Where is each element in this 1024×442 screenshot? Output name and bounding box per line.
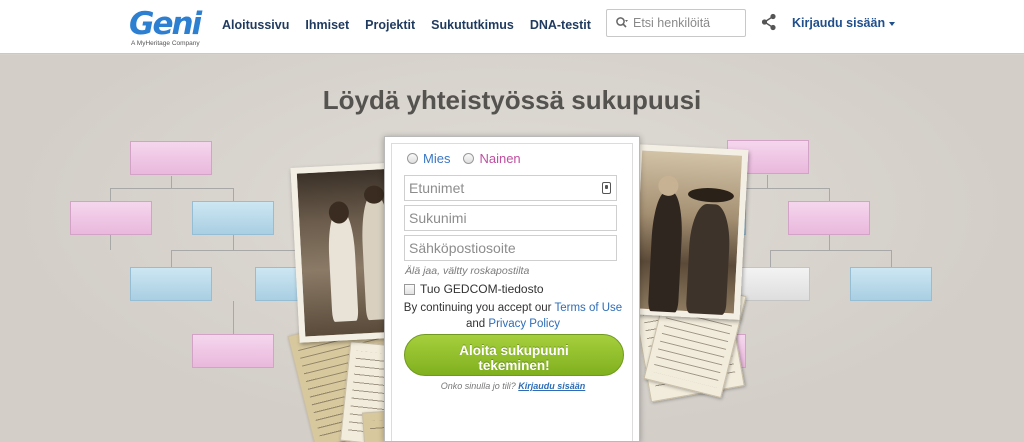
gender-male-label[interactable]: Mies — [423, 151, 450, 166]
tree-node-male — [850, 267, 932, 301]
tree-connector — [233, 235, 234, 250]
search-box[interactable] — [606, 9, 746, 37]
gedcom-label[interactable]: Tuo GEDCOM-tiedosto — [420, 282, 544, 296]
main-nav: Aloitussivu Ihmiset Projektit Sukututkim… — [222, 18, 607, 32]
tree-connector — [110, 188, 111, 201]
tree-connector — [233, 301, 234, 335]
terms-prefix: By continuing you accept our — [403, 302, 552, 314]
tree-connector — [110, 188, 234, 189]
gender-male-radio[interactable] — [407, 153, 418, 164]
first-names-input[interactable] — [405, 176, 616, 200]
existing-account-login-link[interactable]: Kirjaudu sisään — [518, 381, 585, 391]
tree-connector — [233, 188, 234, 201]
account-question: Onko sinulla jo tili? — [440, 381, 516, 391]
start-tree-button[interactable]: Aloita sukupuuni tekeminen! — [404, 334, 624, 376]
logo-tagline: A MyHeritage Company — [131, 40, 200, 47]
gender-selector: Mies Nainen — [407, 151, 521, 166]
logo-wordmark: Geni — [129, 6, 202, 42]
email-hint: Älä jaa, vältty roskapostilta — [405, 265, 530, 277]
search-input[interactable] — [633, 14, 741, 32]
surname-input[interactable] — [405, 206, 616, 230]
tree-connector — [171, 176, 172, 188]
chevron-down-icon — [889, 21, 896, 26]
geni-logo[interactable]: Geni A MyHeritage Company — [129, 6, 209, 50]
tree-node-male — [192, 201, 274, 235]
tree-connector — [171, 250, 296, 251]
tree-node-female — [130, 141, 212, 175]
gedcom-option[interactable]: Tuo GEDCOM-tiedosto — [404, 282, 544, 296]
contact-card-icon[interactable] — [602, 182, 611, 194]
tree-connector — [829, 188, 830, 201]
tree-connector — [770, 250, 771, 267]
first-names-field[interactable] — [404, 175, 617, 201]
vintage-photo-couple — [627, 144, 749, 320]
gedcom-checkbox[interactable] — [404, 283, 415, 295]
share-icon[interactable] — [761, 13, 777, 31]
login-label: Kirjaudu sisään — [792, 16, 886, 30]
nav-projects[interactable]: Projektit — [365, 18, 415, 32]
tree-node-female — [788, 201, 870, 235]
gender-female-label[interactable]: Nainen — [479, 151, 520, 166]
email-field[interactable] — [404, 235, 617, 261]
nav-home[interactable]: Aloitussivu — [222, 18, 289, 32]
nav-genealogy[interactable]: Sukututkimus — [431, 18, 514, 32]
tree-node-female — [192, 334, 274, 368]
start-tree-label: Aloita sukupuuni tekeminen! — [459, 342, 569, 373]
privacy-policy-link[interactable]: Privacy Policy — [488, 318, 560, 330]
tree-connector — [770, 250, 891, 251]
hero-title: Löydä yhteistyössä sukupuusi — [322, 85, 702, 115]
search-icon — [616, 17, 628, 28]
tree-node-female — [70, 201, 152, 235]
surname-field[interactable] — [404, 205, 617, 231]
tree-node-male — [130, 267, 212, 301]
terms-of-use-link[interactable]: Terms of Use — [554, 302, 622, 314]
nav-dna-tests[interactable]: DNA-testit — [530, 18, 591, 32]
terms-text: By continuing you accept our Terms of Us… — [395, 300, 631, 332]
tree-connector — [829, 235, 830, 250]
existing-account-note: Onko sinulla jo tili? Kirjaudu sisään — [385, 381, 641, 391]
email-input[interactable] — [405, 236, 616, 260]
tree-connector — [891, 250, 892, 267]
nav-people[interactable]: Ihmiset — [305, 18, 349, 32]
top-header: Geni A MyHeritage Company Aloitussivu Ih… — [0, 0, 1024, 54]
tree-connector — [767, 175, 768, 188]
signup-card: Mies Nainen Älä jaa, vältty roskapostilt… — [384, 136, 640, 442]
login-dropdown[interactable]: Kirjaudu sisään — [792, 16, 896, 30]
gender-female-radio[interactable] — [463, 153, 475, 164]
terms-and: and — [466, 318, 486, 330]
tree-connector — [171, 250, 172, 267]
tree-connector — [110, 235, 111, 250]
